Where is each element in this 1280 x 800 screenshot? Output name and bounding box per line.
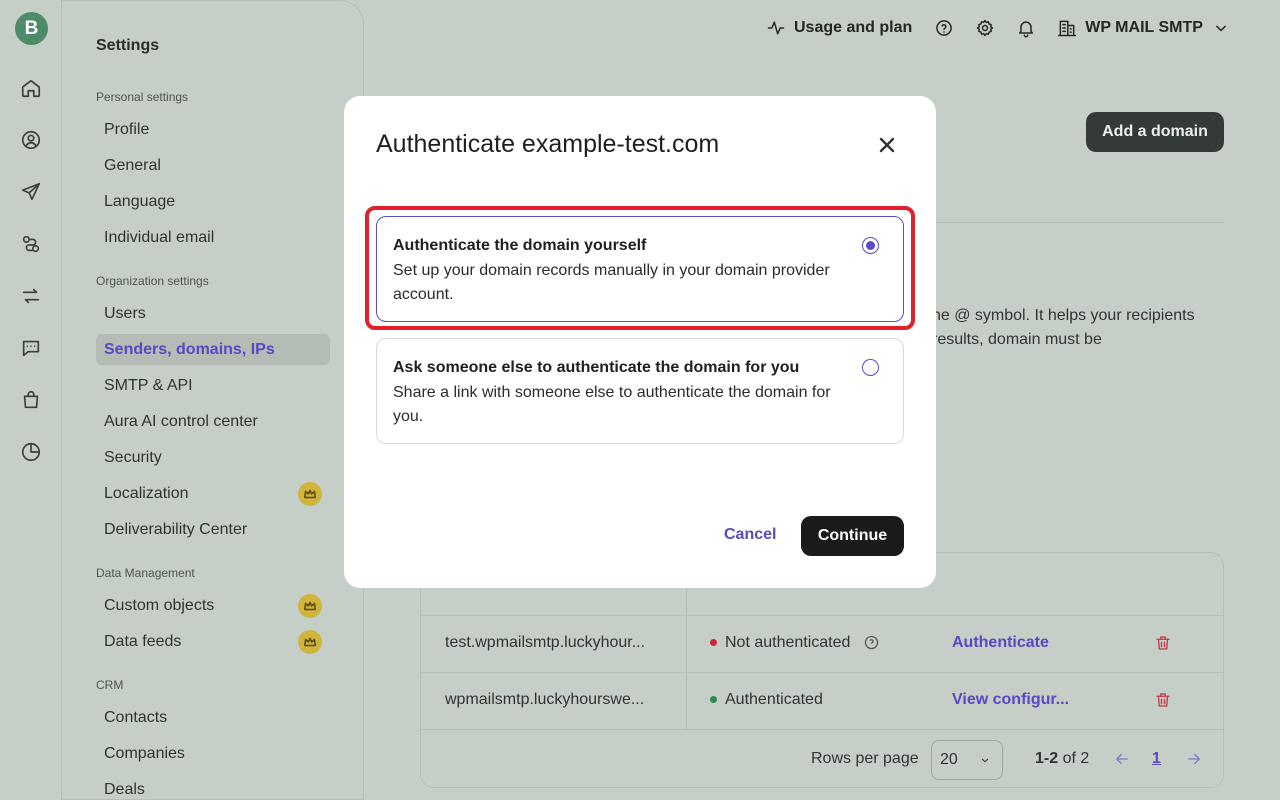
view-configuration-link[interactable]: View configur...: [952, 691, 1069, 709]
crown-icon: [298, 630, 322, 654]
icon-rail: B: [0, 0, 62, 800]
section-crm: CRM: [96, 678, 124, 692]
sidebar-item-senders-domains-ips[interactable]: Senders, domains, IPs: [96, 334, 330, 365]
authenticate-domain-modal: Authenticate example-test.com Authentica…: [344, 96, 936, 588]
table-row: wpmailsmtp.luckyhourswe... Authenticated…: [421, 672, 1223, 729]
option-title: Ask someone else to authenticate the dom…: [393, 359, 800, 376]
sidebar-item-profile[interactable]: Profile: [96, 114, 330, 145]
transactional-icon[interactable]: [20, 285, 42, 307]
section-organization: Organization settings: [96, 274, 209, 288]
table-pagination: Rows per page 20 1-2 of 2 1: [421, 729, 1223, 787]
table-row: test.wpmailsmtp.luckyhour... Not authent…: [421, 615, 1223, 672]
sidebar-item-contacts[interactable]: Contacts: [96, 702, 330, 733]
arrow-right-icon[interactable]: [1185, 750, 1203, 773]
sidebar-item-companies[interactable]: Companies: [96, 738, 330, 769]
option-description: Share a link with someone else to authen…: [393, 384, 831, 425]
help-icon[interactable]: [863, 634, 880, 651]
domain-status: Authenticated: [710, 691, 823, 709]
add-domain-button[interactable]: Add a domain: [1086, 112, 1224, 152]
domain-status: Not authenticated: [710, 634, 880, 652]
sidebar-item-label: Localization: [104, 484, 189, 502]
rows-per-page-select[interactable]: 20: [931, 740, 1003, 780]
status-dot: [710, 696, 717, 704]
sidebar-title: Settings: [96, 37, 160, 54]
help-icon[interactable]: [934, 18, 954, 38]
usage-and-plan-link[interactable]: Usage and plan: [766, 18, 912, 38]
description-line-2: results, domain must be: [932, 331, 1102, 348]
range-bold: 1-2: [1035, 750, 1059, 767]
sidebar-item-label: Data feeds: [104, 632, 182, 650]
sidebar-item-custom-objects[interactable]: Custom objects: [96, 590, 330, 621]
usage-label: Usage and plan: [794, 19, 913, 36]
rows-per-page-label: Rows per page: [811, 750, 919, 767]
radio-dot: [866, 241, 875, 250]
account-name: WP MAIL SMTP: [1085, 19, 1203, 36]
sidebar-item-general[interactable]: General: [96, 150, 330, 181]
building-icon: [1058, 20, 1077, 37]
radio-selected[interactable]: [862, 237, 879, 254]
contacts-icon[interactable]: [20, 129, 42, 151]
section-personal: Personal settings: [96, 90, 189, 104]
sidebar-item-localization[interactable]: Localization: [96, 478, 330, 509]
pagination-range: 1-2 of 2: [1035, 750, 1089, 768]
crown-icon: [298, 594, 322, 618]
trash-icon[interactable]: [1154, 634, 1172, 657]
automation-icon[interactable]: [20, 233, 42, 255]
sidebar-item-security[interactable]: Security: [96, 442, 330, 473]
option-title: Authenticate the domain yourself: [393, 237, 647, 254]
sidebar-item-users[interactable]: Users: [96, 298, 330, 329]
cancel-button[interactable]: Cancel: [724, 526, 776, 544]
brevo-logo[interactable]: B: [15, 12, 48, 45]
trash-icon[interactable]: [1154, 691, 1172, 714]
gear-icon[interactable]: [975, 18, 995, 38]
bell-icon[interactable]: [1016, 18, 1036, 38]
sidebar-item-aura-ai[interactable]: Aura AI control center: [96, 406, 330, 437]
rows-per-page-value: 20: [940, 751, 958, 768]
sidebar-item-data-feeds[interactable]: Data feeds: [96, 626, 330, 657]
option-description: Set up your domain records manually in y…: [393, 262, 830, 303]
section-data-management: Data Management: [96, 566, 195, 580]
arrow-left-icon[interactable]: [1113, 750, 1131, 773]
sidebar-item-smtp-api[interactable]: SMTP & API: [96, 370, 330, 401]
chevron-down-icon: [981, 758, 989, 763]
status-text: Authenticated: [725, 691, 823, 708]
sidebar-item-deals[interactable]: Deals: [96, 774, 330, 800]
chevron-down-icon: [1215, 25, 1226, 32]
activity-icon: [767, 21, 785, 35]
page-number[interactable]: 1: [1152, 750, 1161, 768]
sidebar-item-deliverability[interactable]: Deliverability Center: [96, 514, 330, 545]
sidebar-item-label: Custom objects: [104, 596, 215, 614]
top-bar: Usage and plan WP MAIL SMTP: [766, 14, 1231, 42]
status-dot: [710, 639, 717, 647]
conversations-icon[interactable]: [20, 337, 42, 359]
modal-title: Authenticate example-test.com: [376, 130, 720, 158]
shop-icon[interactable]: [20, 389, 42, 411]
sidebar-item-language[interactable]: Language: [96, 186, 330, 217]
continue-button[interactable]: Continue: [801, 516, 904, 556]
home-icon[interactable]: [20, 77, 42, 99]
sidebar-item-individual-email[interactable]: Individual email: [96, 222, 330, 253]
close-icon[interactable]: [875, 133, 899, 157]
domain-name: test.wpmailsmtp.luckyhour...: [445, 634, 646, 651]
send-icon[interactable]: [20, 181, 42, 203]
crown-icon: [298, 482, 322, 506]
option-ask-someone-else[interactable]: Ask someone else to authenticate the dom…: [376, 338, 904, 444]
domain-name: wpmailsmtp.luckyhourswe...: [445, 691, 645, 708]
status-text: Not authenticated: [725, 634, 851, 651]
radio-unselected[interactable]: [862, 359, 879, 376]
reports-icon[interactable]: [20, 441, 42, 463]
account-menu[interactable]: WP MAIL SMTP: [1057, 18, 1231, 38]
settings-sidebar: Settings Personal settings Profile Gener…: [62, 0, 364, 800]
authenticate-link[interactable]: Authenticate: [952, 634, 1049, 652]
description-line-1: ne @ symbol. It helps your recipients: [932, 307, 1195, 324]
range-total: of 2: [1058, 750, 1090, 767]
option-authenticate-yourself[interactable]: Authenticate the domain yourself Set up …: [376, 216, 904, 322]
